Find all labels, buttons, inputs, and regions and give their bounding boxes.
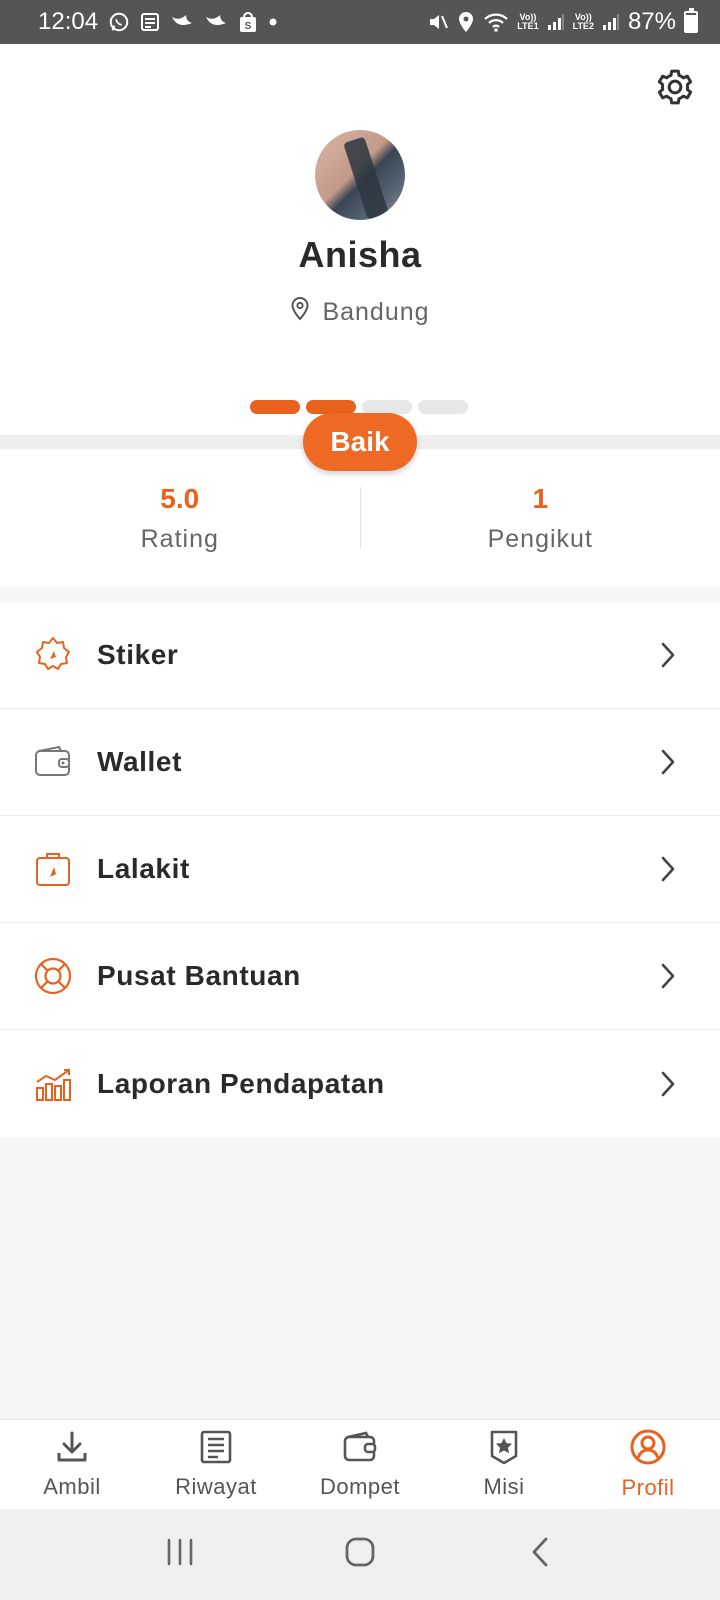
profile-name: Anisha (298, 234, 422, 275)
nav-ambil[interactable]: Ambil (0, 1420, 144, 1509)
level-segment (362, 400, 412, 414)
followers-label: Pengikut (487, 524, 593, 553)
avatar[interactable] (315, 130, 405, 220)
menu-label-stiker: Stiker (97, 639, 179, 670)
profile-location: Bandung (0, 296, 720, 329)
status-time: 12:04 (38, 8, 99, 35)
back-button[interactable] (510, 1525, 570, 1585)
dot-icon (268, 17, 278, 27)
status-bar: 12:04 S Vo)) LTE1 Vo)) LTE2 87% (0, 0, 720, 44)
menu-label-lalakit: Lalakit (97, 853, 190, 884)
nav-label-misi: Misi (483, 1474, 525, 1499)
nav-misi[interactable]: Misi (432, 1420, 576, 1509)
svg-text:S: S (245, 21, 252, 32)
news-icon (140, 12, 160, 32)
menu-item-lalakit[interactable]: Lalakit (0, 816, 720, 923)
shopping-bag-icon: S (238, 11, 258, 33)
system-nav-bar (0, 1509, 720, 1600)
profile-menu: Stiker Wallet Lalakit Pusat Bantuan Lapo… (0, 602, 720, 1137)
level-segment (306, 400, 356, 414)
rating-value: 5.0 (160, 482, 200, 514)
download-icon (54, 1429, 90, 1470)
wifi-icon (483, 11, 509, 33)
level-segment (250, 400, 300, 414)
menu-label-pusat-bantuan: Pusat Bantuan (97, 960, 301, 991)
nav-label-dompet: Dompet (319, 1474, 401, 1499)
nav-label-profil: Profil (621, 1475, 675, 1500)
bird-icon-2 (204, 13, 228, 31)
location-pin-icon (457, 11, 475, 33)
bag-icon (33, 849, 73, 889)
status-left: 12:04 S (38, 8, 278, 36)
chevron-right-icon (654, 962, 682, 990)
lifebuoy-icon (33, 956, 73, 996)
settings-button[interactable] (654, 68, 696, 110)
mute-icon (427, 11, 449, 33)
menu-label-laporan-pendapatan: Laporan Pendapatan (97, 1067, 385, 1099)
profile-icon (629, 1428, 667, 1471)
nav-label-riwayat: Riwayat (175, 1474, 257, 1499)
back-icon (528, 1535, 552, 1574)
chevron-right-icon (654, 1070, 682, 1098)
level-progress-bar (250, 400, 468, 414)
gear-icon (655, 67, 695, 112)
profile-header: Anisha Bandung (0, 44, 720, 440)
battery-icon (684, 8, 698, 33)
lte2-label: LTE2 (572, 21, 594, 31)
stat-rating[interactable]: 5.0 Rating (0, 449, 360, 587)
location-pin-icon (290, 296, 310, 329)
recent-apps-icon (163, 1537, 197, 1572)
lte1-indicator: Vo)) LTE1 (517, 13, 538, 31)
whatsapp-icon (108, 11, 130, 33)
chevron-right-icon (654, 748, 682, 776)
menu-item-pusat-bantuan[interactable]: Pusat Bantuan (0, 923, 720, 1030)
recent-apps-button[interactable] (150, 1525, 210, 1585)
chart-icon (33, 1064, 73, 1104)
menu-item-wallet[interactable]: Wallet (0, 709, 720, 816)
location-text: Bandung (322, 298, 430, 326)
status-right: Vo)) LTE1 Vo)) LTE2 87% (427, 8, 698, 36)
lte2-indicator: Vo)) LTE2 (573, 13, 594, 31)
stat-followers[interactable]: 1 Pengikut (361, 449, 720, 587)
menu-item-stiker[interactable]: Stiker (0, 602, 720, 709)
menu-item-laporan-pendapatan[interactable]: Laporan Pendapatan (0, 1030, 720, 1137)
home-button[interactable] (330, 1525, 390, 1585)
chevron-right-icon (654, 641, 682, 669)
signal-icon-1 (547, 13, 565, 31)
bottom-nav: Ambil Riwayat Dompet Misi Profil (0, 1419, 720, 1509)
battery-percent: 87% (627, 8, 676, 35)
wallet-icon (33, 742, 73, 782)
nav-dompet[interactable]: Dompet (288, 1420, 432, 1509)
nav-profil[interactable]: Profil (576, 1420, 720, 1509)
lte1-label: LTE1 (517, 21, 539, 31)
level-badge: Baik (303, 413, 417, 471)
level-segment (418, 400, 468, 414)
nav-label-ambil: Ambil (43, 1474, 101, 1499)
bird-icon (170, 13, 194, 31)
signal-icon-2 (602, 13, 620, 31)
followers-value: 1 (532, 482, 549, 514)
history-icon (198, 1429, 234, 1470)
rating-label: Rating (140, 524, 219, 553)
chevron-right-icon (654, 855, 682, 883)
mission-star-icon (486, 1429, 522, 1470)
sticker-icon (33, 635, 73, 675)
home-icon (343, 1535, 377, 1574)
nav-riwayat[interactable]: Riwayat (144, 1420, 288, 1509)
menu-label-wallet: Wallet (97, 746, 183, 777)
wallet-icon (342, 1429, 378, 1470)
